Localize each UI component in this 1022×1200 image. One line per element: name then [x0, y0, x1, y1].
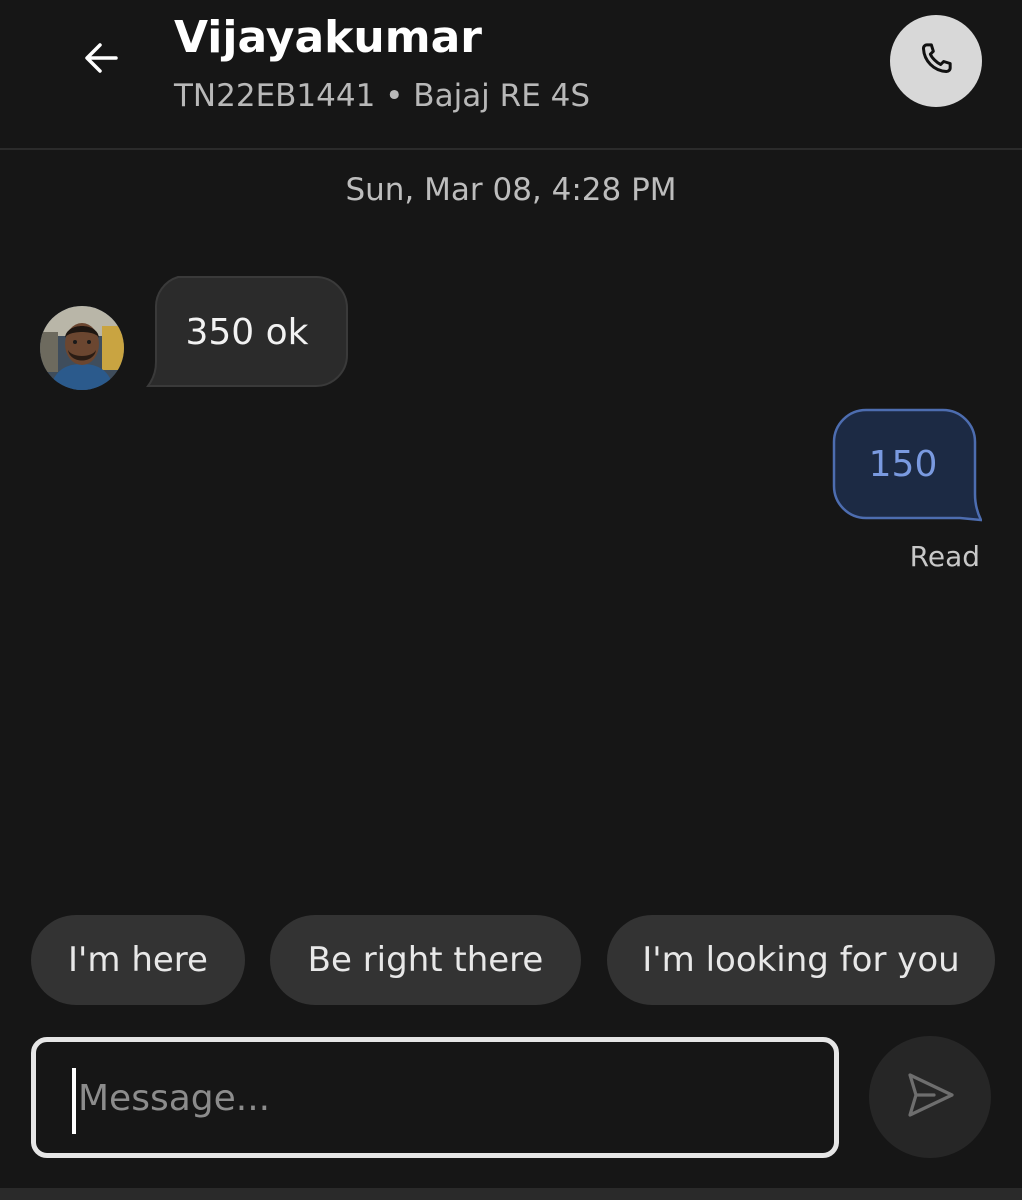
outgoing-message-text: 150	[868, 443, 938, 485]
read-receipt: Read	[909, 540, 980, 573]
send-icon	[904, 1069, 956, 1125]
call-button[interactable]	[890, 15, 982, 107]
message-input[interactable]	[72, 1062, 812, 1134]
avatar[interactable]	[40, 306, 124, 390]
incoming-message-bubble[interactable]: 350 ok	[146, 276, 348, 388]
bottom-edge	[0, 1188, 1022, 1200]
quick-reply-looking-for-you[interactable]: I'm looking for you	[607, 915, 995, 1005]
contact-name: Vijayakumar	[174, 12, 482, 63]
outgoing-message-bubble[interactable]: 150	[832, 408, 982, 522]
back-button[interactable]	[72, 30, 132, 90]
message-input-box[interactable]	[31, 1037, 839, 1158]
chat-header: Vijayakumar TN22EB1441 • Bajaj RE 4S	[0, 0, 1022, 150]
conversation-timestamp: Sun, Mar 08, 4:28 PM	[345, 172, 677, 208]
arrow-left-icon	[82, 38, 122, 82]
chat-screen: Vijayakumar TN22EB1441 • Bajaj RE 4S Sun…	[0, 0, 1022, 1200]
quick-reply-im-here[interactable]: I'm here	[31, 915, 245, 1005]
phone-icon	[916, 39, 956, 83]
send-button[interactable]	[869, 1036, 991, 1158]
incoming-message-text: 350 ok	[185, 311, 309, 353]
quick-reply-be-right-there[interactable]: Be right there	[270, 915, 581, 1005]
text-cursor	[72, 1068, 76, 1134]
vehicle-info: TN22EB1441 • Bajaj RE 4S	[174, 78, 591, 114]
